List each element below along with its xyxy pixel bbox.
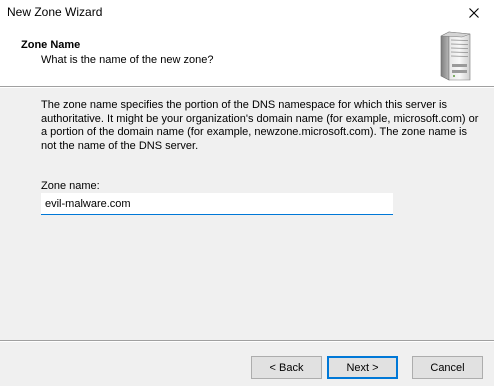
new-zone-wizard-dialog: New Zone Wizard Zone Name What is the na… (0, 0, 494, 386)
cancel-button[interactable]: Cancel (412, 356, 483, 379)
zone-name-description: The zone name specifies the portion of t… (41, 99, 479, 152)
title-bar: New Zone Wizard (0, 0, 494, 26)
server-tower-icon (440, 31, 471, 81)
page-title: Zone Name (21, 39, 81, 51)
footer-separator (0, 340, 494, 342)
wizard-header: Zone Name What is the name of the new zo… (0, 26, 494, 86)
next-button[interactable]: Next > (327, 356, 398, 379)
zone-name-input[interactable] (41, 193, 393, 215)
zone-name-label: Zone name: (41, 180, 100, 192)
close-button[interactable] (454, 0, 494, 26)
window-title: New Zone Wizard (7, 5, 103, 19)
back-button[interactable]: < Back (251, 356, 322, 379)
header-separator (0, 86, 494, 88)
close-icon (469, 8, 479, 18)
page-subtitle: What is the name of the new zone? (41, 54, 214, 66)
